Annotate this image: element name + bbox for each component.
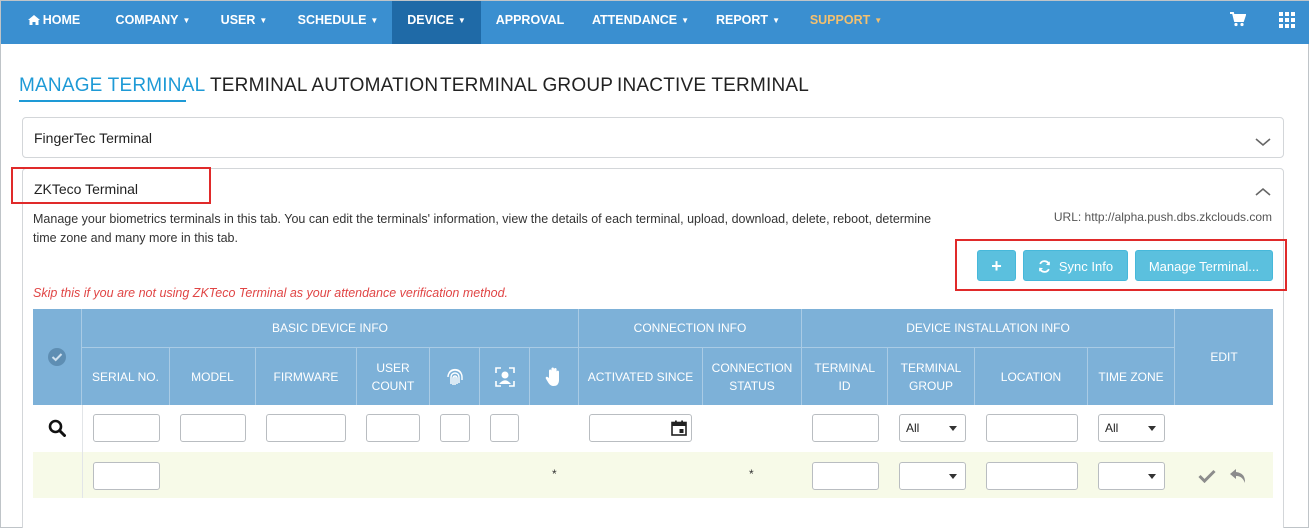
new-terminal-group-select[interactable] — [899, 462, 966, 490]
filter-terminal-id-input[interactable] — [812, 414, 879, 442]
filter-time-zone-select[interactable]: All — [1098, 414, 1165, 442]
top-navbar: HOME COMPANY ▼ USER ▼ SCHEDULE ▼ DEVICE ▼ AP… — [1, 1, 1309, 44]
calendar-icon[interactable] — [671, 420, 687, 436]
nav-device[interactable]: DEVICE ▼ — [392, 1, 481, 44]
required-marker: * — [749, 467, 754, 481]
tab-inactive-terminal[interactable]: INACTIVE TERMINAL — [617, 75, 809, 97]
nav-home-label: HOME — [42, 13, 81, 27]
active-tab-indicator — [19, 100, 186, 102]
col-serial-no[interactable]: SERIAL NO. — [82, 348, 170, 405]
panel-description: Manage your biometrics terminals in this… — [33, 212, 932, 245]
undo-icon[interactable] — [1229, 468, 1247, 484]
fingerprint-icon — [446, 368, 463, 385]
group-basic-device-info: BASIC DEVICE INFO — [82, 309, 579, 348]
filter-serial-input[interactable] — [93, 414, 160, 442]
col-terminal-group[interactable]: TERMINAL GROUP — [888, 348, 975, 405]
caret-down-icon — [949, 474, 957, 479]
row-divider — [82, 405, 83, 498]
chevron-down-icon: ▼ — [681, 16, 690, 25]
required-marker: * — [552, 467, 557, 481]
new-terminal-id-input[interactable] — [812, 462, 879, 490]
highlight-box-title — [11, 167, 211, 204]
nav-company[interactable]: COMPANY ▼ — [107, 1, 199, 44]
filter-user-count-input[interactable] — [366, 414, 420, 442]
col-activated-since[interactable]: ACTIVATED SINCE — [579, 348, 703, 405]
filter-time-zone-value: All — [1105, 421, 1119, 435]
nav-attendance[interactable]: ATTENDANCE ▼ — [588, 1, 693, 44]
filter-fingerprint-input[interactable] — [440, 414, 470, 442]
face-scan-icon — [494, 366, 515, 387]
filter-model-input[interactable] — [180, 414, 246, 442]
group-connection-info: CONNECTION INFO — [579, 309, 802, 348]
nav-schedule-label: SCHEDULE — [297, 13, 367, 27]
chevron-down-icon: ▼ — [874, 16, 883, 25]
save-check-icon[interactable] — [1198, 469, 1216, 483]
new-time-zone-select[interactable] — [1098, 462, 1165, 490]
caret-down-icon — [1148, 426, 1156, 431]
nav-report[interactable]: REPORT ▼ — [710, 1, 786, 44]
chevron-up-icon[interactable] — [1255, 184, 1271, 200]
col-firmware[interactable]: FIRMWARE — [256, 348, 357, 405]
new-terminal-row: * * — [33, 452, 1273, 498]
push-url: URL: http://alpha.push.dbs.zkclouds.com — [1053, 210, 1272, 224]
nav-approval-label: APPROVAL — [495, 13, 565, 27]
home-icon — [27, 15, 40, 25]
col-fingerprint[interactable] — [430, 348, 480, 405]
fingertec-panel[interactable]: FingerTec Terminal — [22, 117, 1284, 158]
nav-user[interactable]: USER ▼ — [213, 1, 275, 44]
col-terminal-id[interactable]: TERMINAL ID — [802, 348, 888, 405]
group-device-installation-info: DEVICE INSTALLATION INFO — [802, 309, 1175, 348]
col-palm[interactable] — [530, 348, 579, 405]
filter-location-input[interactable] — [986, 414, 1078, 442]
chevron-down-icon: ▼ — [772, 16, 780, 25]
col-edit: EDIT — [1210, 350, 1238, 364]
col-location[interactable]: LOCATION — [975, 348, 1088, 405]
col-time-zone[interactable]: TIME ZONE — [1088, 348, 1175, 405]
tab-manage-terminal[interactable]: MANAGE TERMINAL — [19, 75, 205, 97]
chevron-down-icon: ▼ — [370, 16, 379, 25]
cart-icon[interactable] — [1218, 1, 1258, 44]
caret-down-icon — [1148, 474, 1156, 479]
chevron-down-icon: ▼ — [259, 16, 268, 25]
col-user-count[interactable]: USER COUNT — [357, 348, 430, 405]
nav-attendance-label: ATTENDANCE — [591, 13, 678, 27]
new-serial-input[interactable] — [93, 462, 160, 490]
filter-firmware-input[interactable] — [266, 414, 346, 442]
filter-terminal-group-value: All — [906, 421, 920, 435]
nav-approval[interactable]: APPROVAL — [491, 1, 569, 44]
apps-grid-icon[interactable] — [1267, 1, 1307, 44]
nav-home[interactable]: HOME — [19, 1, 89, 44]
table-body-empty — [33, 498, 1273, 528]
terminal-table-header: BASIC DEVICE INFO CONNECTION INFO DEVICE… — [33, 309, 1273, 405]
chevron-down-icon: ▼ — [182, 16, 191, 25]
check-circle-icon[interactable] — [47, 347, 67, 367]
nav-schedule[interactable]: SCHEDULE ▼ — [292, 1, 384, 44]
chevron-down-icon: ▼ — [457, 16, 466, 25]
chevron-down-icon[interactable] — [1255, 134, 1271, 150]
fingertec-panel-title: FingerTec Terminal — [34, 130, 153, 146]
caret-down-icon — [949, 426, 957, 431]
nav-company-label: COMPANY — [115, 13, 179, 27]
palm-icon — [545, 367, 559, 386]
search-icon[interactable] — [48, 419, 66, 437]
filter-terminal-group-select[interactable]: All — [899, 414, 966, 442]
highlight-box-buttons — [955, 239, 1287, 291]
select-all-cell[interactable] — [33, 309, 82, 405]
nav-user-label: USER — [220, 13, 256, 27]
nav-report-label: REPORT — [715, 13, 769, 27]
nav-support-label: SUPPORT — [809, 13, 871, 27]
nav-device-label: DEVICE — [407, 13, 454, 27]
tab-terminal-automation[interactable]: TERMINAL AUTOMATION — [210, 75, 438, 97]
filter-row: All All — [33, 405, 1273, 452]
nav-support[interactable]: SUPPORT ▼ — [804, 1, 888, 44]
col-connection-status[interactable]: CONNECTION STATUS — [703, 348, 802, 405]
warning-text: Skip this if you are not using ZKTeco Te… — [33, 286, 509, 300]
col-model[interactable]: MODEL — [170, 348, 256, 405]
col-face[interactable] — [480, 348, 530, 405]
new-location-input[interactable] — [986, 462, 1078, 490]
filter-activated-date-input[interactable] — [589, 414, 692, 442]
tab-terminal-group[interactable]: TERMINAL GROUP — [440, 75, 613, 97]
filter-face-input[interactable] — [490, 414, 519, 442]
